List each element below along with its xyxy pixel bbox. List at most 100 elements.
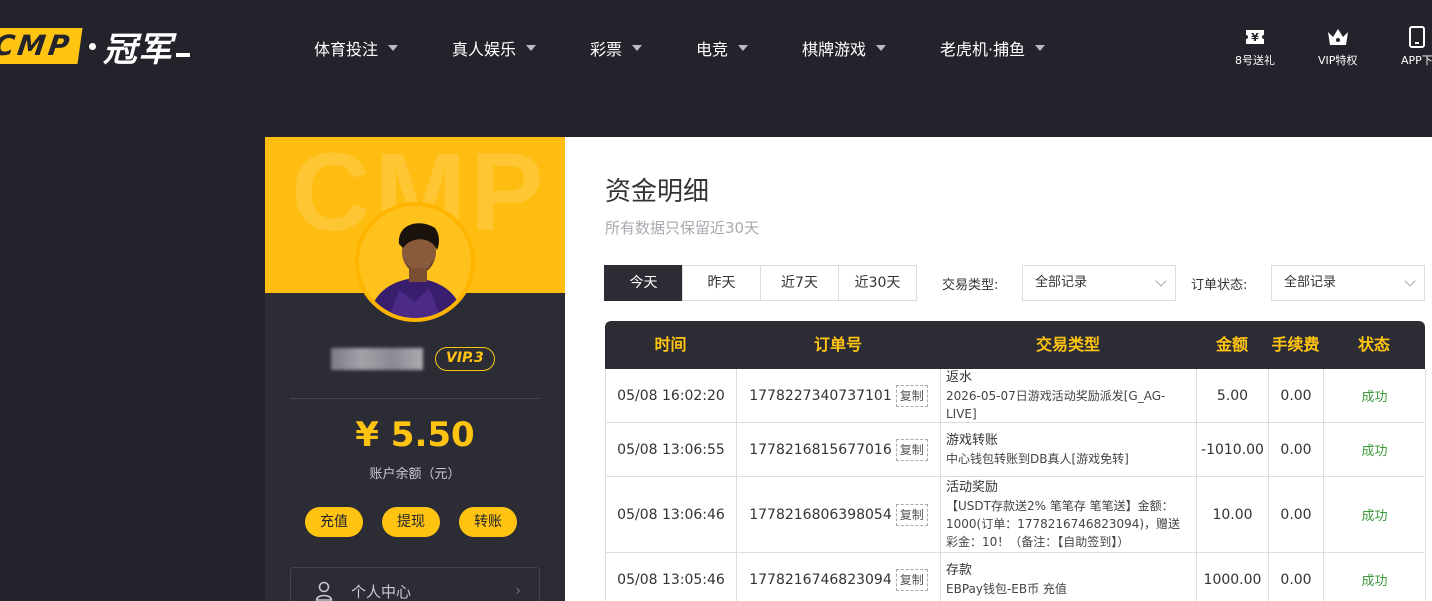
transaction-detail: 2026-05-07日游戏活动奖励派发[G_AG-LIVE] — [946, 388, 1166, 421]
transaction-detail: EBPay钱包-EB币 充值 — [946, 581, 1067, 596]
nav-item-label: 电竞 — [696, 40, 729, 59]
avatar-image — [359, 206, 471, 318]
table-header: 时间 订单号 交易类型 金额 手续费 状态 — [605, 321, 1425, 369]
cell-status: 成功 — [1324, 423, 1426, 476]
ticket-icon: ¥ — [1246, 30, 1264, 44]
nav-item-label: 彩票 — [590, 40, 623, 59]
cell-time: 05/08 13:06:46 — [606, 477, 737, 552]
order-number: 1778216746823094 — [749, 571, 892, 588]
quick-link-label: APP下 — [1401, 54, 1432, 67]
cell-type: 返水 2026-05-07日游戏活动奖励派发[G_AG-LIVE] — [941, 369, 1197, 422]
chevron-right-icon: › — [515, 583, 521, 599]
cell-amount: 5.00 — [1197, 369, 1269, 422]
cell-status: 成功 — [1324, 369, 1426, 422]
column-header-amount: 金额 — [1215, 335, 1248, 354]
tab-yesterday[interactable]: 昨天 — [682, 265, 761, 301]
quick-link-label: VIP特权 — [1318, 54, 1358, 67]
quick-link-label: 8号送礼 — [1235, 54, 1275, 67]
quick-link-gift[interactable]: ¥ 8号送礼 — [1235, 26, 1275, 68]
transaction-type: 存款 — [946, 562, 973, 578]
user-icon — [315, 581, 333, 601]
cell-fee: 0.00 — [1269, 423, 1324, 476]
tab-last-30-days[interactable]: 近30天 — [838, 265, 917, 301]
cell-amount: 1000.00 — [1197, 553, 1269, 601]
nav-item-esports[interactable]: 电竞 — [696, 36, 749, 60]
logo-mark: CMP — [0, 28, 83, 64]
tab-today[interactable]: 今天 — [604, 265, 683, 301]
copy-button[interactable]: 复制 — [895, 438, 928, 461]
copy-button[interactable]: 复制 — [895, 503, 928, 526]
chevron-down-icon — [1155, 275, 1167, 287]
nav-item-lottery[interactable]: 彩票 — [590, 36, 643, 60]
logo-text: 冠军 — [102, 29, 173, 70]
copy-button[interactable]: 复制 — [895, 568, 928, 591]
cell-time: 05/08 13:05:46 — [606, 553, 737, 601]
chevron-down-icon — [876, 45, 887, 51]
nav-item-slots-fishing[interactable]: 老虎机·捕鱼 — [940, 36, 1046, 60]
transaction-type-select[interactable]: 全部记录 — [1022, 265, 1176, 301]
fund-details-table: 时间 订单号 交易类型 金额 手续费 状态 05/08 16:02:20 177… — [605, 321, 1426, 601]
transaction-detail: 【USDT存款送2% 笔笔存 笔笔送】金额：1000(订单：1778216746… — [946, 498, 1181, 549]
cell-fee: 0.00 — [1269, 369, 1324, 422]
nav-item-card-games[interactable]: 棋牌游戏 — [802, 36, 887, 60]
logo-tail — [175, 53, 190, 57]
svg-text:¥: ¥ — [1251, 31, 1259, 44]
cell-status: 成功 — [1324, 477, 1426, 552]
transfer-button[interactable]: 转账 — [459, 507, 517, 537]
cell-time: 05/08 16:02:20 — [606, 369, 737, 422]
chevron-down-icon — [1404, 275, 1416, 287]
chevron-down-icon — [738, 45, 749, 51]
cell-amount: 10.00 — [1197, 477, 1269, 552]
table-row: 05/08 13:05:46 1778216746823094 复制 存款 EBP… — [605, 553, 1426, 601]
logo-dot — [88, 42, 96, 50]
brand-logo[interactable]: CMP 冠军 — [0, 26, 190, 70]
quick-link-app[interactable]: APP下 — [1401, 26, 1432, 68]
avatar[interactable] — [355, 202, 475, 322]
page-title: 资金明细 — [605, 177, 710, 207]
account-balance-label: 账户余额（元） — [369, 467, 461, 482]
cell-order-no: 1778227340737101 复制 — [737, 369, 941, 422]
withdraw-button[interactable]: 提现 — [382, 507, 440, 537]
column-header-time: 时间 — [654, 335, 687, 354]
column-header-status: 状态 — [1357, 335, 1390, 354]
cell-time: 05/08 13:06:55 — [606, 423, 737, 476]
cell-fee: 0.00 — [1269, 553, 1324, 601]
column-header-type: 交易类型 — [1035, 335, 1100, 354]
transaction-detail: 中心钱包转账到DB真人[游戏免转] — [946, 451, 1129, 466]
table-row: 05/08 13:06:46 1778216806398054 复制 活动奖励 【… — [605, 477, 1426, 553]
chevron-down-icon — [388, 45, 399, 51]
deposit-button[interactable]: 充值 — [305, 507, 363, 537]
divider — [290, 398, 540, 399]
cell-type: 活动奖励 【USDT存款送2% 笔笔存 笔笔送】金额：1000(订单：17782… — [941, 477, 1197, 552]
copy-button[interactable]: 复制 — [895, 384, 928, 407]
transaction-type: 活动奖励 — [946, 479, 999, 495]
nav-item-label: 老虎机·捕鱼 — [940, 40, 1026, 59]
transaction-type: 返水 — [946, 369, 973, 385]
nav-item-label: 体育投注 — [314, 40, 379, 59]
cell-fee: 0.00 — [1269, 477, 1324, 552]
crown-icon — [1327, 29, 1348, 45]
top-navigation-bar: CMP 冠军 体育投注 真人娱乐 彩票 电竞 棋牌游戏 老虎机·捕鱼 ¥ 8号送… — [0, 0, 1432, 92]
profile-panel: CMP VIP.3 ¥ 5.50 账户余额（元） 充值 提现 转账 个人中心 › — [265, 137, 565, 601]
username-masked — [331, 348, 423, 370]
transaction-type: 游戏转账 — [946, 432, 999, 448]
cell-type: 存款 EBPay钱包-EB币 充值 — [941, 553, 1197, 601]
order-number: 1778227340737101 — [749, 387, 892, 404]
menu-item-label: 个人中心 — [351, 582, 412, 601]
table-row: 05/08 13:06:55 1778216815677016 复制 游戏转账 中… — [605, 423, 1426, 477]
order-number: 1778216815677016 — [749, 441, 892, 458]
nav-item-live-casino[interactable]: 真人娱乐 — [452, 36, 537, 60]
select-value: 全部记录 — [1035, 275, 1088, 290]
nav-item-sports[interactable]: 体育投注 — [314, 36, 399, 60]
order-status-select[interactable]: 全部记录 — [1271, 265, 1425, 301]
cell-status: 成功 — [1324, 553, 1426, 601]
vip-level-badge: VIP.3 — [435, 347, 495, 371]
quick-link-vip[interactable]: VIP特权 — [1318, 26, 1357, 68]
cell-amount: -1010.00 — [1197, 423, 1269, 476]
select-value: 全部记录 — [1284, 275, 1337, 290]
tab-last-7-days[interactable]: 近7天 — [760, 265, 839, 301]
menu-item-personal-center[interactable]: 个人中心 › — [290, 567, 540, 601]
cell-type: 游戏转账 中心钱包转账到DB真人[游戏免转] — [941, 423, 1197, 476]
date-range-tabs: 今天 昨天 近7天 近30天 — [604, 265, 917, 301]
transaction-type-label: 交易类型: — [942, 278, 999, 293]
